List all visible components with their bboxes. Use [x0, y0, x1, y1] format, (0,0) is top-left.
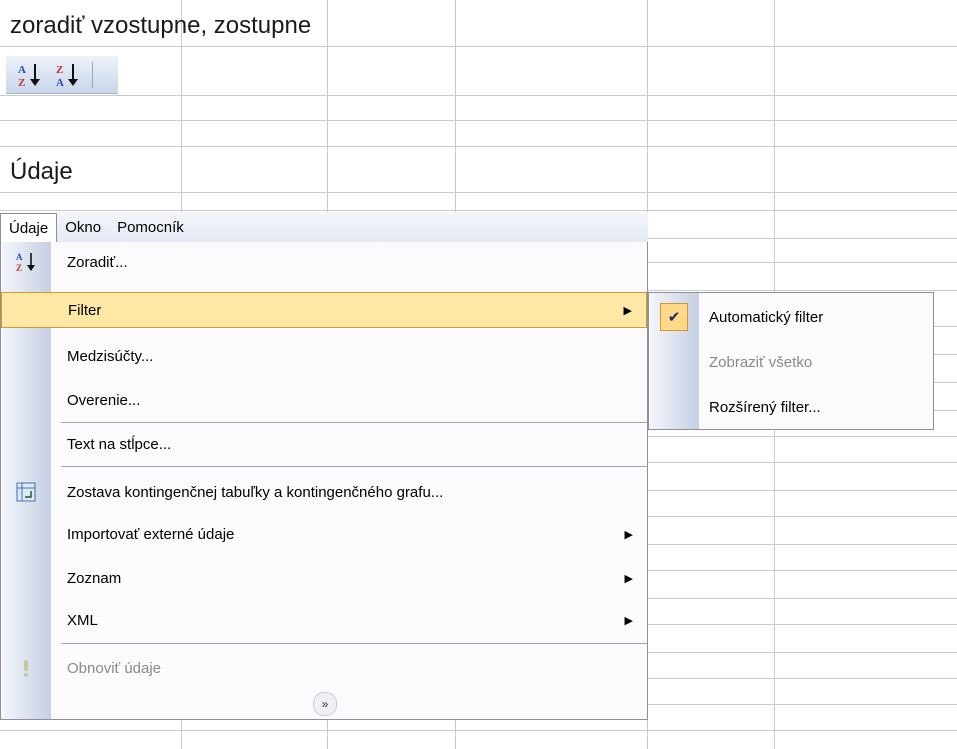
submenu-item-label: Automatický filter	[709, 308, 824, 326]
svg-text:Z: Z	[56, 64, 63, 76]
menubar-label: Okno	[65, 218, 102, 236]
menu-item-label: Zoznam	[67, 569, 122, 587]
menu-item-subtotals[interactable]: Medzisúčty...	[1, 338, 647, 374]
menu-item-sort[interactable]: A Z Zoradiť...	[1, 244, 647, 280]
menu-separator	[61, 643, 647, 644]
menu-item-xml[interactable]: XML ▶	[1, 602, 647, 638]
menubar-label: Pomocník	[117, 218, 184, 236]
sort-ascending-button[interactable]: A Z	[14, 60, 44, 90]
menu-item-label: Obnoviť údaje	[67, 659, 162, 677]
data-heading: Údaje	[10, 158, 73, 185]
menu-item-label: Medzisúčty...	[67, 347, 154, 365]
toolbar-separator	[92, 61, 93, 88]
menu-item-label: Filter	[68, 301, 102, 319]
menu-item-validation[interactable]: Overenie...	[1, 382, 647, 418]
sort-descending-za-icon: Z A	[56, 63, 78, 89]
menu-item-label: XML	[67, 611, 98, 629]
menu-item-refresh-data[interactable]: Obnoviť údaje	[1, 650, 647, 686]
sort-toolbar: A Z Z A	[6, 56, 118, 94]
checkmark-icon: ✔	[660, 303, 688, 331]
submenu-arrow-icon: ▶	[623, 304, 632, 317]
submenu-arrow-icon: ▶	[624, 572, 633, 585]
menubar-item-udaje[interactable]: Údaje	[0, 212, 58, 243]
menu-item-import-external-data[interactable]: Importovať externé údaje ▶	[1, 516, 647, 552]
sort-heading: zoradiť vzostupne, zostupne	[10, 12, 312, 39]
svg-text:Z: Z	[18, 77, 25, 89]
refresh-exclamation-icon	[24, 660, 28, 677]
menu-bar: Údaje Okno Pomocník	[0, 212, 648, 243]
menu-item-filter[interactable]: Filter ▶	[1, 292, 647, 328]
menu-item-text-to-columns[interactable]: Text na stĺpce...	[1, 426, 647, 462]
svg-text:A: A	[18, 64, 26, 76]
submenu-item-show-all[interactable]: Zobraziť všetko	[649, 342, 933, 382]
menu-item-label: Zoradiť...	[67, 253, 128, 271]
menu-item-label: Zostava kontingenčnej tabuľky a kontinge…	[67, 483, 444, 501]
menu-item-label: Text na stĺpce...	[67, 435, 172, 453]
menu-item-list[interactable]: Zoznam ▶	[1, 560, 647, 596]
filter-submenu: ✔ Automatický filter Zobraziť všetko Roz…	[648, 292, 934, 430]
menu-item-label: Overenie...	[67, 391, 141, 409]
menu-separator	[61, 422, 647, 423]
pivot-table-icon	[16, 482, 36, 502]
sort-descending-button[interactable]: Z A	[52, 60, 82, 90]
menu-item-pivot-table[interactable]: Zostava kontingenčnej tabuľky a kontinge…	[1, 474, 647, 510]
data-menu-dropdown: A Z Zoradiť... Filter ▶ Medzisúčty... Ov…	[0, 242, 648, 720]
submenu-item-advanced-filter[interactable]: Rozšírený filter...	[649, 387, 933, 427]
svg-text:A: A	[16, 252, 23, 262]
submenu-item-label: Zobraziť všetko	[709, 353, 813, 371]
menubar-item-okno[interactable]: Okno	[57, 212, 109, 242]
submenu-item-autofilter[interactable]: ✔ Automatický filter	[649, 297, 933, 337]
submenu-item-label: Rozšírený filter...	[709, 398, 821, 416]
menu-separator	[61, 466, 647, 467]
menubar-item-pomocnik[interactable]: Pomocník	[109, 212, 192, 242]
submenu-arrow-icon: ▶	[624, 614, 633, 627]
sort-icon: A Z	[16, 252, 35, 273]
chevron-double-down-icon[interactable]: »	[313, 692, 337, 716]
svg-text:A: A	[56, 77, 64, 89]
menu-item-label: Importovať externé údaje	[67, 525, 235, 543]
svg-text:Z: Z	[16, 263, 22, 273]
menubar-label: Údaje	[9, 219, 49, 237]
sort-ascending-az-icon: A Z	[18, 63, 40, 89]
submenu-arrow-icon: ▶	[624, 528, 633, 541]
